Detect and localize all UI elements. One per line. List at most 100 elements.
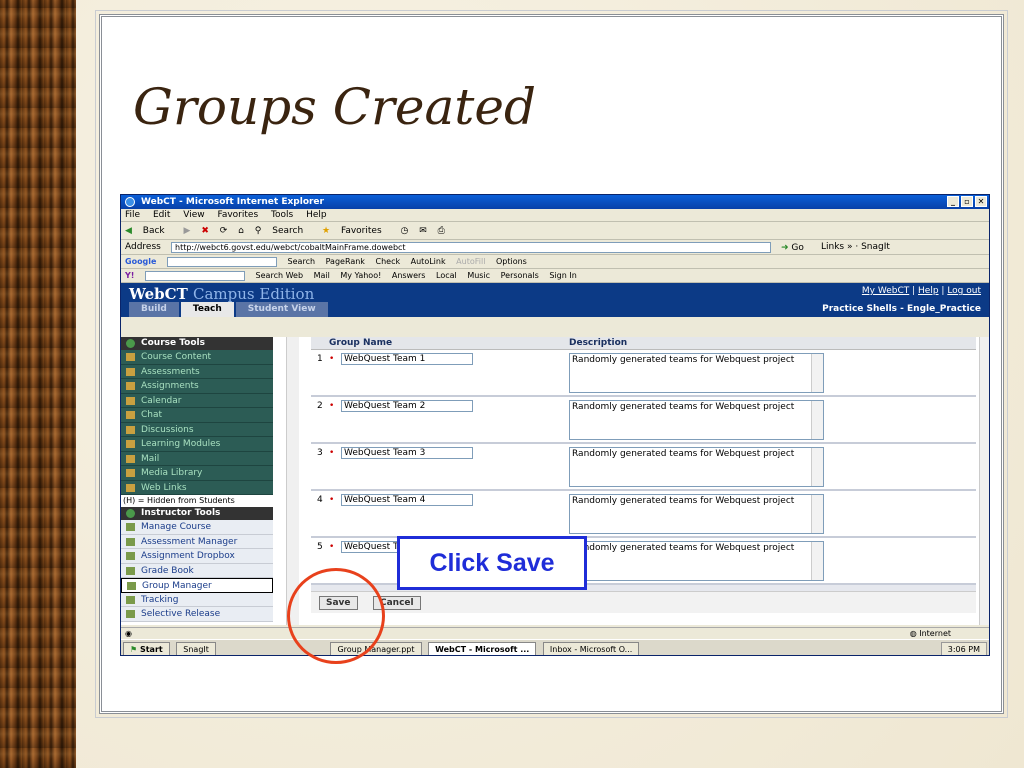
help-link[interactable]: Help <box>918 286 939 296</box>
taskbar-clock: 3:06 PM <box>940 642 987 655</box>
menu-grade-book[interactable]: Grade Book <box>121 563 273 578</box>
search-web-button[interactable]: Search Web <box>256 271 303 280</box>
start-button[interactable]: ⚑ Start <box>123 642 170 655</box>
description-textarea[interactable]: Randomly generated teams for Webquest pr… <box>569 541 824 581</box>
course-menu: Course Tools Course Content Assessments … <box>121 337 273 625</box>
answers-button[interactable]: Answers <box>392 271 426 280</box>
course-tools-heading[interactable]: Course Tools <box>121 337 273 350</box>
menu-assessment-manager[interactable]: Assessment Manager <box>121 534 273 549</box>
menu-selective-release[interactable]: Selective Release <box>121 607 273 622</box>
row-number: 2 <box>317 401 323 411</box>
wood-border <box>0 0 76 768</box>
menu-favorites[interactable]: Favorites <box>217 210 258 220</box>
group-name-input[interactable]: WebQuest Team 1 <box>341 353 473 365</box>
mail-icon[interactable]: ✉ <box>419 226 427 236</box>
tab-teach[interactable]: Teach <box>180 302 234 317</box>
menu-manage-course[interactable]: Manage Course <box>121 520 273 535</box>
group-name-input[interactable]: WebQuest Team 3 <box>341 447 473 459</box>
star-icon: ★ <box>322 226 331 236</box>
menu-tools[interactable]: Tools <box>271 210 293 220</box>
print-icon[interactable]: ⎙ <box>438 226 445 236</box>
local-button[interactable]: Local <box>436 271 457 280</box>
google-search-button[interactable]: Search <box>288 257 315 266</box>
sign-in-button[interactable]: Sign In <box>549 271 576 280</box>
autolink-button[interactable]: AutoLink <box>411 257 446 266</box>
options-button[interactable]: Options <box>496 257 527 266</box>
description-textarea[interactable]: Randomly generated teams for Webquest pr… <box>569 494 824 534</box>
group-row: 2 • WebQuest Team 2 Randomly generated te… <box>311 397 976 444</box>
tab-student-view[interactable]: Student View <box>235 302 328 317</box>
my-yahoo-button[interactable]: My Yahoo! <box>340 271 381 280</box>
logout-link[interactable]: Log out <box>947 286 981 296</box>
menu-media-library[interactable]: Media Library <box>121 466 273 481</box>
links-toolbar[interactable]: Links » · SnagIt <box>821 240 890 255</box>
menu-scrollbar[interactable] <box>286 337 299 625</box>
forward-icon[interactable]: ▶ <box>184 226 191 236</box>
menu-calendar[interactable]: Calendar <box>121 393 273 408</box>
globe-icon: ◍ <box>909 629 917 638</box>
google-search-box[interactable] <box>167 256 277 267</box>
menu-help[interactable]: Help <box>306 210 327 220</box>
personals-button[interactable]: Personals <box>501 271 539 280</box>
menu-course-content[interactable]: Course Content <box>121 350 273 365</box>
menu-mail[interactable]: Mail <box>121 451 273 466</box>
menu-assessments[interactable]: Assessments <box>121 364 273 379</box>
menu-group-manager[interactable]: Group Manager <box>121 578 273 593</box>
page-status-icon: ◉ <box>125 629 132 638</box>
description-textarea[interactable]: Randomly generated teams for Webquest pr… <box>569 447 824 487</box>
menu-view[interactable]: View <box>183 210 204 220</box>
music-button[interactable]: Music <box>467 271 490 280</box>
stop-icon[interactable]: ✖ <box>201 226 209 236</box>
webct-logo: WebCT Campus Edition <box>129 285 314 303</box>
group-row: 1 • WebQuest Team 1 Randomly generated te… <box>311 350 976 397</box>
tab-build[interactable]: Build <box>129 302 179 317</box>
group-name-input[interactable]: WebQuest Team 2 <box>341 400 473 412</box>
maximize-icon[interactable]: ▫ <box>961 196 973 207</box>
address-input[interactable]: http://webct6.govst.edu/webct/cobaltMain… <box>171 242 771 253</box>
required-marker: • <box>329 542 335 552</box>
favorites-button[interactable]: ★ Favorites <box>322 226 390 236</box>
textarea-scrollbar[interactable] <box>811 401 823 439</box>
close-icon[interactable]: ✕ <box>975 196 987 207</box>
menu-assignments[interactable]: Assignments <box>121 379 273 394</box>
textarea-scrollbar[interactable] <box>811 448 823 486</box>
textarea-scrollbar[interactable] <box>811 354 823 392</box>
textarea-scrollbar[interactable] <box>811 542 823 580</box>
check-button[interactable]: Check <box>375 257 400 266</box>
yahoo-logo: Y! <box>125 271 135 280</box>
menu-file[interactable]: File <box>125 210 140 220</box>
yahoo-search-box[interactable] <box>145 270 245 281</box>
description-textarea[interactable]: Randomly generated teams for Webquest pr… <box>569 353 824 393</box>
menu-tracking[interactable]: Tracking <box>121 592 273 607</box>
page-scrollbar[interactable] <box>979 337 989 625</box>
menu-web-links[interactable]: Web Links <box>121 480 273 495</box>
history-icon[interactable]: ◷ <box>401 226 409 236</box>
yahoo-mail-button[interactable]: Mail <box>314 271 330 280</box>
refresh-icon[interactable]: ⟳ <box>220 226 228 236</box>
windows-taskbar: ⚑ Start SnagIt Group Manager.ppt WebCT -… <box>121 639 989 655</box>
menu-discussions[interactable]: Discussions <box>121 422 273 437</box>
textarea-scrollbar[interactable] <box>811 495 823 533</box>
menu-learning-modules[interactable]: Learning Modules <box>121 437 273 452</box>
menu-chat[interactable]: Chat <box>121 408 273 423</box>
ie-icon <box>125 197 135 207</box>
highlight-circle <box>287 568 385 664</box>
taskbar-inbox[interactable]: Inbox - Microsoft O... <box>542 642 640 655</box>
instructor-tools-heading[interactable]: Instructor Tools <box>121 507 273 520</box>
go-button[interactable]: ➜ Go <box>781 241 804 256</box>
autofill-button[interactable]: AutoFill <box>456 257 485 266</box>
my-webct-link[interactable]: My WebCT <box>862 286 909 296</box>
group-name-input[interactable]: WebQuest Team 4 <box>341 494 473 506</box>
row-number: 4 <box>317 495 323 505</box>
col-description: Description <box>569 338 628 348</box>
minimize-icon[interactable]: _ <box>947 196 959 207</box>
description-textarea[interactable]: Randomly generated teams for Webquest pr… <box>569 400 824 440</box>
menu-edit[interactable]: Edit <box>153 210 170 220</box>
home-icon[interactable]: ⌂ <box>238 226 244 236</box>
search-button[interactable]: ⚲ Search <box>255 226 311 236</box>
back-button[interactable]: ◀ Back <box>125 226 173 236</box>
taskbar-snagit[interactable]: SnagIt <box>176 642 216 655</box>
menu-assignment-dropbox[interactable]: Assignment Dropbox <box>121 549 273 564</box>
taskbar-webct[interactable]: WebCT - Microsoft ... <box>428 642 537 655</box>
slide-title: Groups Created <box>133 78 536 136</box>
